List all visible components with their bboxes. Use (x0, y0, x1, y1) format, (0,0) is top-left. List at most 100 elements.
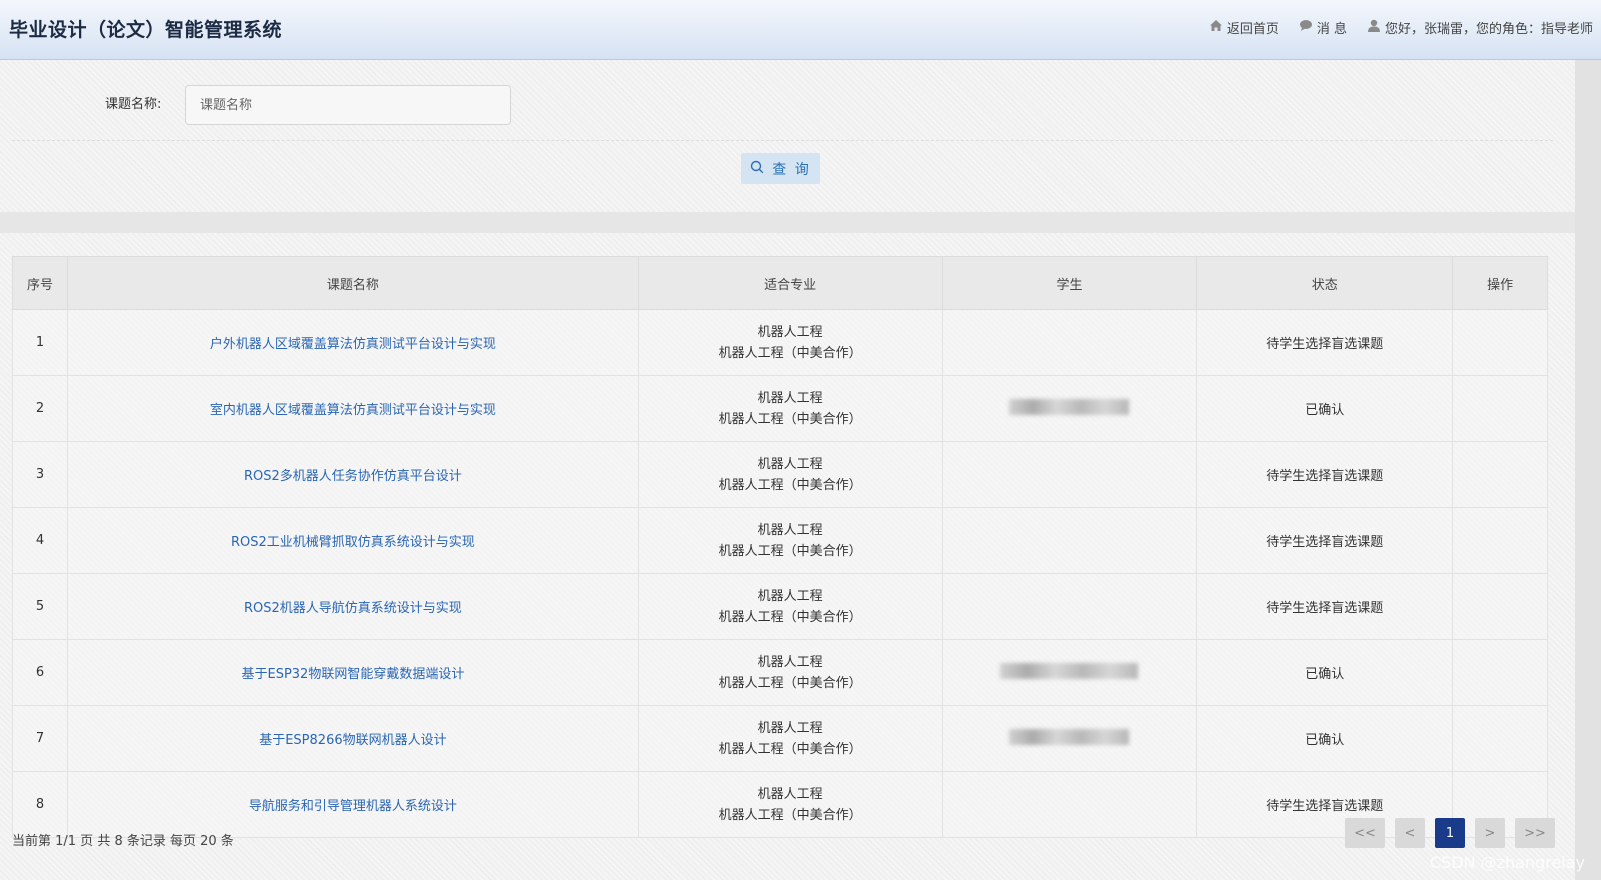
major-cell: 机器人工程机器人工程（中美合作） (637, 639, 943, 706)
student-name-blurred (1009, 398, 1130, 415)
home-icon (1209, 19, 1223, 36)
topic-title-link[interactable]: 室内机器人区域覆盖算法仿真测试平台设计与实现 (210, 403, 496, 418)
home-link-label: 返回首页 (1226, 22, 1279, 37)
table-row: 3 ROS2多机器人任务协作仿真平台设计 机器人工程 机器人工程（中美合作） 待学… (11, 441, 1548, 508)
header-nav: 返回首页 消 息 您好，张瑞雷，您的角色：指导老师 (1189, 18, 1593, 37)
major-cell: 机器人工程机器人工程（中美合作） (637, 375, 943, 442)
app-title: 毕业设计（论文）智能管理系统 (9, 19, 283, 41)
user-info[interactable]: 您好，张瑞雷，您的角色：指导老师 (1367, 18, 1593, 37)
major-line: 机器人工程 (757, 522, 823, 538)
row-index: 1 (11, 309, 69, 376)
messages-link[interactable]: 消 息 (1299, 18, 1347, 37)
row-index: 3 (11, 441, 69, 508)
row-index: 6 (11, 639, 69, 706)
major-cell: 机器人工程机器人工程（中美合作） (637, 573, 943, 640)
prev-page-button[interactable]: < (1395, 818, 1425, 848)
table-row: 4 ROS2工业机械臂抓取仿真系统设计与实现 机器人工程 机器人工程（中美合作） … (11, 507, 1548, 574)
table-row: 2 室内机器人区域覆盖算法仿真测试平台设计与实现 机器人工程机器人工程（中美合作… (11, 375, 1548, 442)
search-panel: 课题名称: 查 询 (0, 60, 1575, 212)
actions-cell (1452, 375, 1548, 442)
watermark: CSDN @zhangrelay (1429, 853, 1585, 872)
major-line: 机器人工程（中美合作） (718, 543, 862, 559)
actions-cell (1452, 639, 1548, 706)
topic-title-link[interactable]: 基于ESP8266物联网机器人设计 (259, 733, 446, 748)
table-row: 5 ROS2机器人导航仿真系统设计与实现 机器人工程机器人工程（中美合作） 待学… (11, 573, 1548, 640)
table-row: 1 户外机器人区域覆盖算法仿真测试平台设计与实现 机器人工程 机器人工程（中美合作… (11, 309, 1548, 376)
query-button[interactable]: 查 询 (741, 153, 820, 184)
pagination-info: 当前第 1/1 页 共 8 条记录 每页 20 条 (12, 834, 234, 849)
col-header-title: 课题名称 (67, 256, 639, 310)
major-cell: 机器人工程 机器人工程（中美合作） (637, 441, 943, 508)
messages-link-label: 消 息 (1316, 22, 1347, 37)
row-index: 8 (11, 771, 69, 838)
major-cell: 机器人工程 机器人工程（中美合作） (637, 309, 943, 376)
home-link[interactable]: 返回首页 (1209, 18, 1279, 37)
topic-title-link[interactable]: ROS2多机器人任务协作仿真平台设计 (244, 469, 462, 484)
table-row: 6 基于ESP32物联网智能穿戴数据端设计 机器人工程机器人工程（中美合作） 已… (11, 639, 1548, 706)
current-page-button[interactable]: 1 (1435, 818, 1465, 848)
topic-title-link[interactable]: ROS2机器人导航仿真系统设计与实现 (244, 601, 462, 616)
major-line: 机器人工程 (757, 390, 823, 406)
row-index: 4 (11, 507, 69, 574)
topic-title-link[interactable]: 户外机器人区域覆盖算法仿真测试平台设计与实现 (210, 337, 496, 352)
major-line: 机器人工程（中美合作） (718, 741, 862, 757)
major-line: 机器人工程 (757, 786, 823, 802)
major-line: 机器人工程（中美合作） (718, 411, 862, 427)
col-header-actions: 操作 (1452, 256, 1548, 310)
query-button-label: 查 询 (772, 161, 811, 178)
status-cell: 已确认 (1196, 375, 1454, 442)
topic-title-link[interactable]: 基于ESP32物联网智能穿戴数据端设计 (241, 667, 464, 682)
next-page-button[interactable]: > (1475, 818, 1505, 848)
major-line: 机器人工程（中美合作） (718, 609, 862, 625)
actions-cell (1452, 309, 1548, 376)
student-name-blurred (1000, 662, 1139, 679)
student-cell (941, 639, 1198, 706)
major-line: 机器人工程 (757, 456, 823, 472)
table-header-row: 序号 课题名称 适合专业 学生 状态 操作 (11, 256, 1548, 310)
row-index: 7 (11, 705, 69, 772)
row-index: 5 (11, 573, 69, 640)
student-cell (941, 705, 1198, 772)
status-cell: 待学生选择盲选课题 (1196, 573, 1454, 640)
col-header-major: 适合专业 (637, 256, 943, 310)
col-header-status: 状态 (1196, 256, 1454, 310)
topic-name-input[interactable] (185, 85, 511, 125)
student-cell (941, 573, 1198, 640)
table-panel: 序号 课题名称 适合专业 学生 状态 操作 1 户外机器人区域覆盖算法仿真测试平… (0, 233, 1575, 880)
actions-cell (1452, 441, 1548, 508)
user-greeting: 您好，张瑞雷，您的角色：指导老师 (1384, 22, 1593, 37)
table-row: 8 导航服务和引导管理机器人系统设计 机器人工程 机器人工程（中美合作） 待学生选… (11, 771, 1548, 838)
search-icon (750, 160, 764, 178)
major-line: 机器人工程 (757, 324, 823, 340)
divider (12, 140, 1553, 141)
status-cell: 已确认 (1196, 705, 1454, 772)
actions-cell (1452, 705, 1548, 772)
status-cell: 待学生选择盲选课题 (1196, 507, 1454, 574)
student-name-blurred (1009, 728, 1130, 745)
student-cell (941, 507, 1198, 574)
major-line: 机器人工程（中美合作） (718, 675, 862, 691)
pagination: << < 1 > >> (1335, 818, 1555, 848)
major-line: 机器人工程 (757, 720, 823, 736)
actions-cell (1452, 573, 1548, 640)
status-cell: 待学生选择盲选课题 (1196, 441, 1454, 508)
major-line: 机器人工程 (757, 654, 823, 670)
col-header-student: 学生 (941, 256, 1198, 310)
user-icon (1367, 19, 1381, 36)
major-line: 机器人工程 (757, 588, 823, 604)
search-label: 课题名称: (105, 97, 162, 112)
vertical-scrollbar[interactable] (1575, 60, 1601, 880)
row-index: 2 (11, 375, 69, 442)
chat-icon (1299, 19, 1313, 36)
major-cell: 机器人工程机器人工程（中美合作） (637, 705, 943, 772)
student-cell (941, 309, 1198, 376)
topic-title-link[interactable]: 导航服务和引导管理机器人系统设计 (249, 799, 457, 814)
first-page-button[interactable]: << (1345, 818, 1385, 848)
topics-table: 序号 课题名称 适合专业 学生 状态 操作 1 户外机器人区域覆盖算法仿真测试平… (11, 256, 1548, 838)
col-header-index: 序号 (11, 256, 69, 310)
status-cell: 待学生选择盲选课题 (1196, 309, 1454, 376)
topic-title-link[interactable]: ROS2工业机械臂抓取仿真系统设计与实现 (231, 535, 475, 550)
status-cell: 已确认 (1196, 639, 1454, 706)
table-row: 7 基于ESP8266物联网机器人设计 机器人工程机器人工程（中美合作） 已确认 (11, 705, 1548, 772)
last-page-button[interactable]: >> (1515, 818, 1555, 848)
